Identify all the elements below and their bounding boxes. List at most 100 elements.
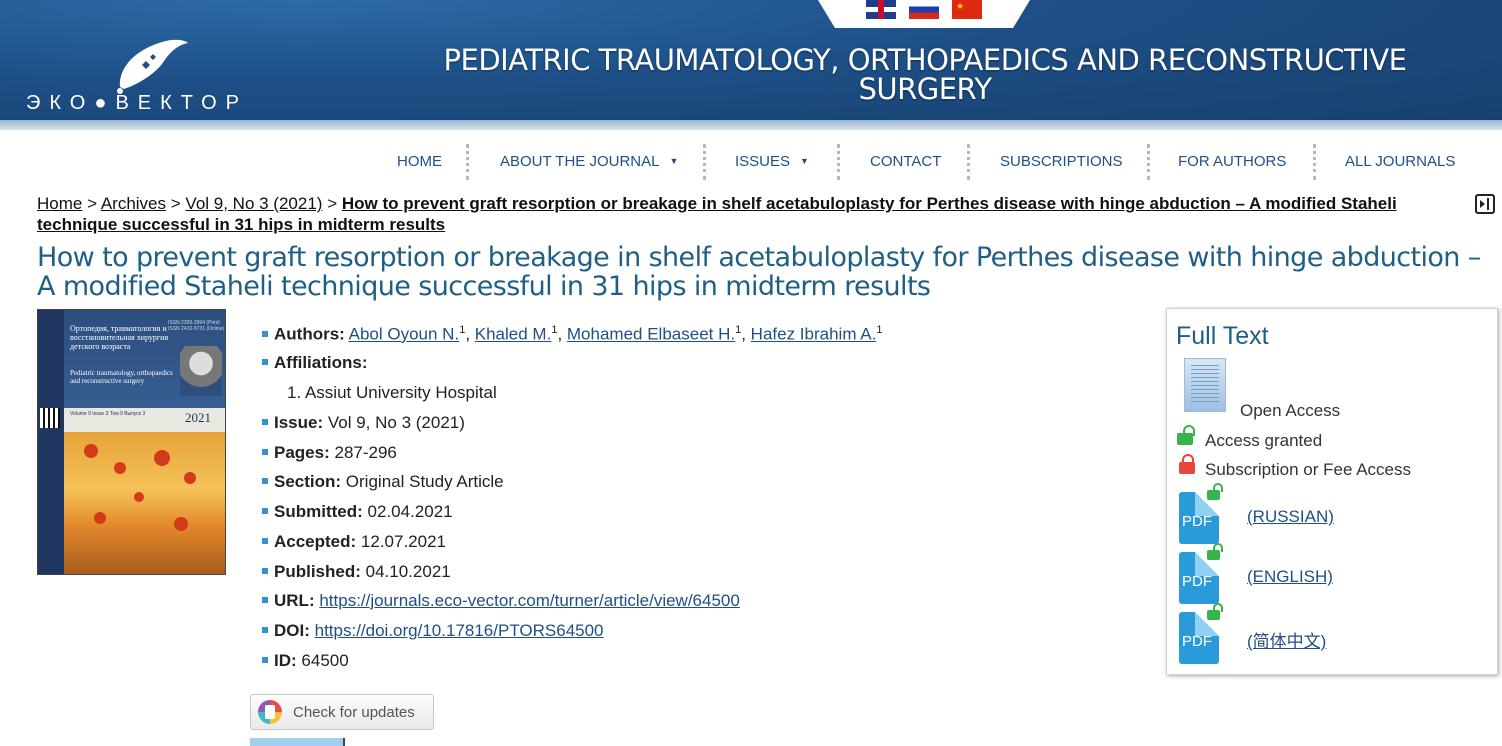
caret-down-icon: ▼	[800, 156, 809, 166]
issue-row: Issue: Vol 9, No 3 (2021)	[262, 413, 465, 433]
bullet-icon	[262, 657, 268, 663]
nav-divider	[1147, 144, 1153, 180]
pdf-chinese-link[interactable]: (简体中文)	[1247, 627, 1326, 652]
nav-for-authors[interactable]: FOR AUTHORS	[1178, 153, 1286, 170]
bullet-icon	[262, 508, 268, 514]
partial-widget[interactable]	[250, 738, 345, 746]
nav-home-label: HOME	[397, 153, 442, 170]
author-separator: ,	[741, 324, 751, 344]
bullet-icon	[262, 538, 268, 544]
article-url-link[interactable]: https://journals.eco-vector.com/turner/a…	[319, 591, 739, 610]
id-value: 64500	[301, 651, 349, 670]
cover-painting	[64, 432, 225, 574]
logo-feather-icon[interactable]	[112, 35, 192, 99]
pdf-english-icon[interactable]: PDF	[1179, 543, 1223, 606]
check-for-updates-button[interactable]: Check for updates	[250, 694, 434, 730]
id-row: ID: 64500	[262, 651, 349, 671]
nav-contact[interactable]: CONTACT	[870, 153, 941, 170]
author-link[interactable]: Mohamed Elbaseet H.	[567, 325, 735, 344]
author-link[interactable]: Abol Oyoun N.	[349, 325, 460, 344]
breadcrumb-issue[interactable]: Vol 9, No 3 (2021)	[185, 194, 322, 213]
issue-cover-image[interactable]: ISSN 2309-3994 (Print) ISSN 2410-8731 (O…	[37, 309, 226, 575]
url-label: URL:	[274, 591, 315, 610]
nav-issues[interactable]: ISSUES ▼	[735, 153, 809, 170]
url-row: URL: https://journals.eco-vector.com/tur…	[262, 591, 740, 611]
cover-title-en: Pediatric traumatology, orthopaedics and…	[70, 369, 173, 385]
submitted-value: 02.04.2021	[367, 502, 453, 521]
nav-all-journals[interactable]: ALL JOURNALS	[1345, 153, 1455, 170]
nav-about-journal[interactable]: ABOUT THE JOURNAL ▼	[500, 153, 678, 170]
document-icon	[1184, 358, 1226, 412]
journal-title[interactable]: PEDIATRIC TRAUMATOLOGY, ORTHOPAEDICS AND…	[430, 46, 1420, 104]
sidebar-toggle-icon[interactable]	[1475, 194, 1495, 214]
breadcrumb-separator: >	[87, 194, 98, 213]
issue-label: Issue:	[274, 413, 324, 432]
bullet-icon	[262, 330, 268, 337]
pdf-english-link[interactable]: (ENGLISH)	[1247, 567, 1333, 587]
section-value: Original Study Article	[345, 472, 504, 491]
nav-subscriptions[interactable]: SUBSCRIPTIONS	[1000, 153, 1123, 170]
nav-divider	[1313, 144, 1319, 180]
nav-all-journals-label: ALL JOURNALS	[1345, 153, 1456, 170]
flag-russian-icon[interactable]	[909, 0, 939, 19]
author-link[interactable]: Khaled M.	[475, 325, 552, 344]
cover-volume-ru: Том 9 Выпуск 3	[109, 411, 146, 417]
breadcrumb-archives[interactable]: Archives	[101, 194, 166, 213]
nav-divider	[703, 144, 709, 180]
bullet-icon	[262, 419, 268, 425]
nav-divider	[967, 144, 973, 180]
access-granted-label: Access granted	[1205, 431, 1323, 450]
crossmark-icon	[258, 700, 282, 724]
cover-year: 2021	[185, 410, 211, 425]
author-link[interactable]: Hafez Ibrahim A.	[751, 325, 877, 344]
nav-home[interactable]: HOME	[397, 153, 442, 170]
open-access-label: Open Access	[1240, 401, 1341, 420]
id-label: ID:	[274, 651, 297, 670]
submitted-label: Submitted:	[274, 502, 363, 521]
breadcrumb-separator: >	[327, 194, 338, 213]
check-for-updates-label: Check for updates	[293, 704, 415, 721]
breadcrumb-separator: >	[170, 194, 181, 213]
section-label: Section:	[274, 472, 342, 491]
pages-row: Pages: 287-296	[262, 443, 397, 463]
pages-value: 287-296	[334, 443, 397, 462]
accepted-label: Accepted:	[274, 532, 357, 551]
full-text-title: Full Text	[1176, 322, 1269, 350]
bullet-icon	[262, 478, 268, 484]
pdf-russian-icon[interactable]: PDF	[1179, 483, 1223, 546]
accepted-row: Accepted: 12.07.2021	[262, 532, 446, 552]
pdf-chinese-icon[interactable]: PDF	[1179, 603, 1223, 666]
flag-english-icon[interactable]	[866, 0, 896, 19]
bullet-icon	[262, 627, 268, 633]
doi-row: DOI: https://doi.org/10.17816/PTORS64500	[262, 621, 604, 641]
caret-down-icon: ▼	[669, 156, 679, 166]
authors-label: Authors:	[274, 324, 345, 344]
section-row: Section: Original Study Article	[262, 472, 504, 492]
nav-for-authors-label: FOR AUTHORS	[1178, 153, 1287, 170]
nav-divider	[837, 144, 843, 180]
subscription-label: Subscription or Fee Access	[1205, 460, 1411, 479]
pdf-russian-link[interactable]: (RUSSIAN)	[1247, 507, 1334, 527]
nav-issues-label: ISSUES	[735, 153, 791, 170]
logo-text[interactable]: ЭКО●ВЕКТОР	[26, 92, 248, 115]
breadcrumb-home[interactable]: Home	[37, 194, 82, 213]
bullet-icon	[262, 359, 268, 365]
accepted-value: 12.07.2021	[360, 532, 447, 551]
cover-volume-en: Volume 9 Issue 3	[70, 411, 109, 417]
affiliations-label: Affiliations:	[274, 353, 368, 372]
unlocked-green-icon	[1177, 425, 1195, 445]
published-row: Published: 04.10.2021	[262, 562, 451, 582]
bullet-icon	[262, 597, 268, 603]
full-text-panel: Full Text Open Access Access granted Sub…	[1166, 308, 1498, 675]
doi-link[interactable]: https://doi.org/10.17816/PTORS64500	[315, 621, 604, 640]
flag-chinese-icon[interactable]: ★	[952, 0, 982, 19]
author-separator: ,	[557, 324, 567, 344]
author-separator: ,	[465, 324, 475, 344]
pages-label: Pages:	[274, 443, 330, 462]
pdf-icon-label: PDF	[1182, 573, 1212, 590]
doi-label: DOI:	[274, 621, 310, 640]
breadcrumb: Home > Archives > Vol 9, No 3 (2021) > H…	[37, 193, 1447, 235]
nav-subscriptions-label: SUBSCRIPTIONS	[1000, 153, 1123, 170]
submitted-row: Submitted: 02.04.2021	[262, 502, 453, 522]
published-label: Published:	[274, 562, 361, 581]
